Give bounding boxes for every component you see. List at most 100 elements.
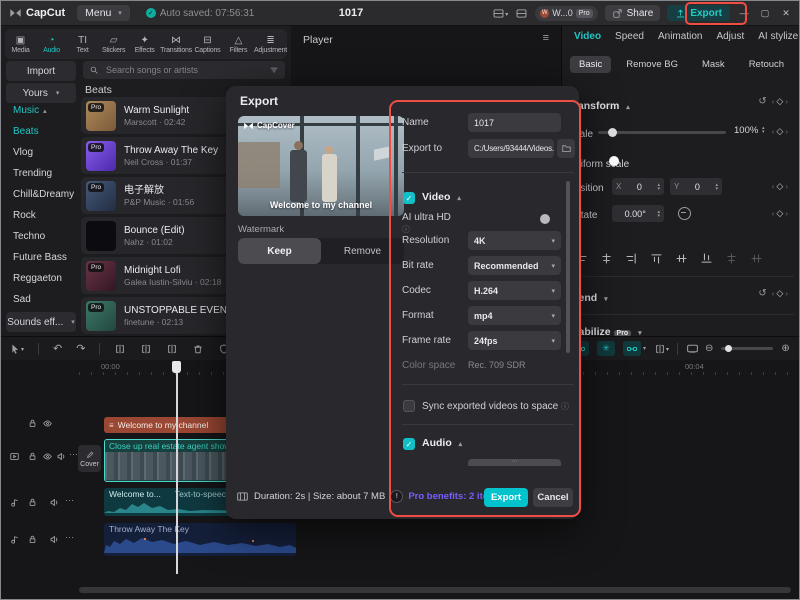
workspace-badge[interactable]: W W...0 Pro [535,5,598,21]
delete-icon[interactable] [192,342,204,354]
export-confirm-button[interactable]: Export [484,488,528,507]
rotate-field[interactable]: 0.00° ▴ ▾ [612,205,664,222]
search-bar[interactable] [83,61,285,79]
notes-icon[interactable] [515,7,528,20]
lock-icon[interactable] [27,418,38,429]
playhead-line[interactable] [176,361,178,574]
tab-stickers[interactable]: ▱ Stickers [98,29,129,59]
lock-icon[interactable] [27,534,38,545]
share-button[interactable]: Share [604,5,661,21]
blend-section-header[interactable]: Blend ▾ ↺ ‹ ◇ › [568,288,796,304]
cover-button[interactable]: Cover [78,445,101,472]
name-field[interactable]: 1017 [468,113,561,132]
keyframe-control[interactable]: ‹ ◇ › [772,288,788,299]
sync-checkbox[interactable] [403,400,415,412]
preview-axis-icon[interactable] [623,341,641,356]
reset-icon[interactable]: ↺ [758,288,766,299]
sidebar-item-sad[interactable]: Sad [6,294,83,305]
tab-filters[interactable]: △ Filters [223,29,254,59]
keyframe-control[interactable]: ‹ ◇ › [772,96,788,107]
mute-icon[interactable] [56,451,67,462]
split-left-icon[interactable] [114,342,126,354]
tab-captions[interactable]: ⊟ Captions [192,29,223,59]
audio-format-select-partial[interactable]: ⋯ [468,459,561,466]
position-y-field[interactable]: Y0 ▴ ▾ [670,178,722,195]
sidebar-item-vlog[interactable]: Vlog [6,147,83,158]
timeline-hscrollbar[interactable] [79,587,791,593]
position-x-field[interactable]: X0 ▴ ▾ [612,178,664,195]
tab-text[interactable]: TI Text [67,29,98,59]
scale-stepper[interactable]: ▴ ▾ [762,126,765,135]
scale-slider[interactable] [598,128,726,137]
stabilize-section-header[interactable]: Stabilize Pro ▾ [568,322,796,338]
dialog-scrollbar[interactable] [566,181,570,353]
sidebar-item-reggaeton[interactable]: Reggaeton [6,273,83,284]
subtab-retouch[interactable]: Retouch [740,56,793,73]
tab-speed[interactable]: Speed [615,31,644,42]
codec-select[interactable]: H.264 ▾ [468,281,561,300]
export-button-top[interactable]: Export [667,5,730,21]
subtab-mask[interactable]: Mask [693,56,734,73]
audio-clip-music[interactable]: Throw Away The Key [104,523,296,556]
align-bottom-icon[interactable] [697,250,715,266]
subtab-basic[interactable]: Basic [570,56,612,73]
sidebar-item-techno[interactable]: Techno [6,231,83,242]
align-right-icon[interactable] [622,250,640,266]
sidebar-item-music[interactable]: Music ▴ [6,105,83,116]
player-menu-icon[interactable]: ≡ [543,32,549,44]
sidebar-item-future-bass[interactable]: Future Bass [6,252,83,263]
more-icon[interactable]: ⋯ [69,449,78,460]
maximize-button[interactable]: ▢ [758,8,772,19]
browse-folder-button[interactable] [557,139,575,158]
preview-window-icon[interactable] [686,342,699,355]
tab-media[interactable]: ▣ Media [5,29,36,59]
mute-icon[interactable] [49,534,60,545]
eye-icon[interactable] [42,451,53,462]
tab-transitions[interactable]: ⋈ Transitions [160,29,192,59]
tab-adjustment[interactable]: ≣ Adjustment [254,29,287,59]
split-tool-icon[interactable]: ▾ [654,342,669,354]
subtab-remove-bg[interactable]: Remove BG [617,56,687,73]
more-icon[interactable]: ⋯ [65,495,74,506]
tab-effects[interactable]: ✦ Effects [129,29,160,59]
more-icon[interactable]: ⋯ [65,532,74,543]
lock-icon[interactable] [27,497,38,508]
sidebar-item-yours[interactable]: Yours ▾ [6,83,76,103]
transform-section-header[interactable]: Transform ▴ ↺ ‹ ◇ › [568,96,796,112]
stepper-icon[interactable]: ▴ ▾ [715,182,718,191]
cancel-button[interactable]: Cancel [533,488,573,507]
rotate-dial-icon[interactable] [678,207,691,220]
align-top-icon[interactable] [647,250,665,266]
select-tool[interactable]: ▾ [9,342,24,354]
export-path-field[interactable]: C:/Users/93444/Videos... [468,139,554,158]
framerate-select[interactable]: 24fps ▾ [468,331,561,350]
scale-slider-thumb[interactable] [608,128,617,137]
sidebar-item-import[interactable]: Import [6,61,76,81]
audio-checkbox[interactable]: ✓ [403,438,415,450]
minimize-button[interactable]: — [737,8,751,18]
mute-icon[interactable] [49,497,60,508]
remove-button[interactable]: Remove [321,238,404,264]
format-select[interactable]: mp4 ▾ [468,306,561,325]
keyframe-control[interactable]: ‹ ◇ › [772,126,788,137]
snap-icon[interactable]: ✳ [597,341,615,356]
timeline-zoom-thumb[interactable] [725,345,733,352]
playhead-handle[interactable] [172,361,181,373]
lock-icon[interactable] [27,451,38,462]
sidebar-item-sound-effects[interactable]: Sounds eff... ▾ [6,312,76,332]
tab-animation[interactable]: Animation [658,31,702,42]
reset-icon[interactable]: ↺ [758,96,766,107]
sidebar-item-trending[interactable]: Trending [6,168,83,179]
stepper-icon[interactable]: ▴ ▾ [657,182,660,191]
timeline-zoom-slider[interactable] [721,345,774,352]
video-checkbox[interactable]: ✓ [403,192,415,204]
keep-button[interactable]: Keep [238,238,321,264]
resolution-select[interactable]: 4K ▾ [468,231,561,250]
undo-icon[interactable]: ↶ [53,342,62,355]
align-center-horizontal-icon[interactable] [597,250,615,266]
eye-icon[interactable] [42,418,53,429]
tab-adjust[interactable]: Adjust [716,31,744,42]
bitrate-select[interactable]: Recommended ▾ [468,256,561,275]
stepper-icon[interactable]: ▴ ▾ [657,209,660,218]
redo-icon[interactable]: ↷ [76,342,85,355]
